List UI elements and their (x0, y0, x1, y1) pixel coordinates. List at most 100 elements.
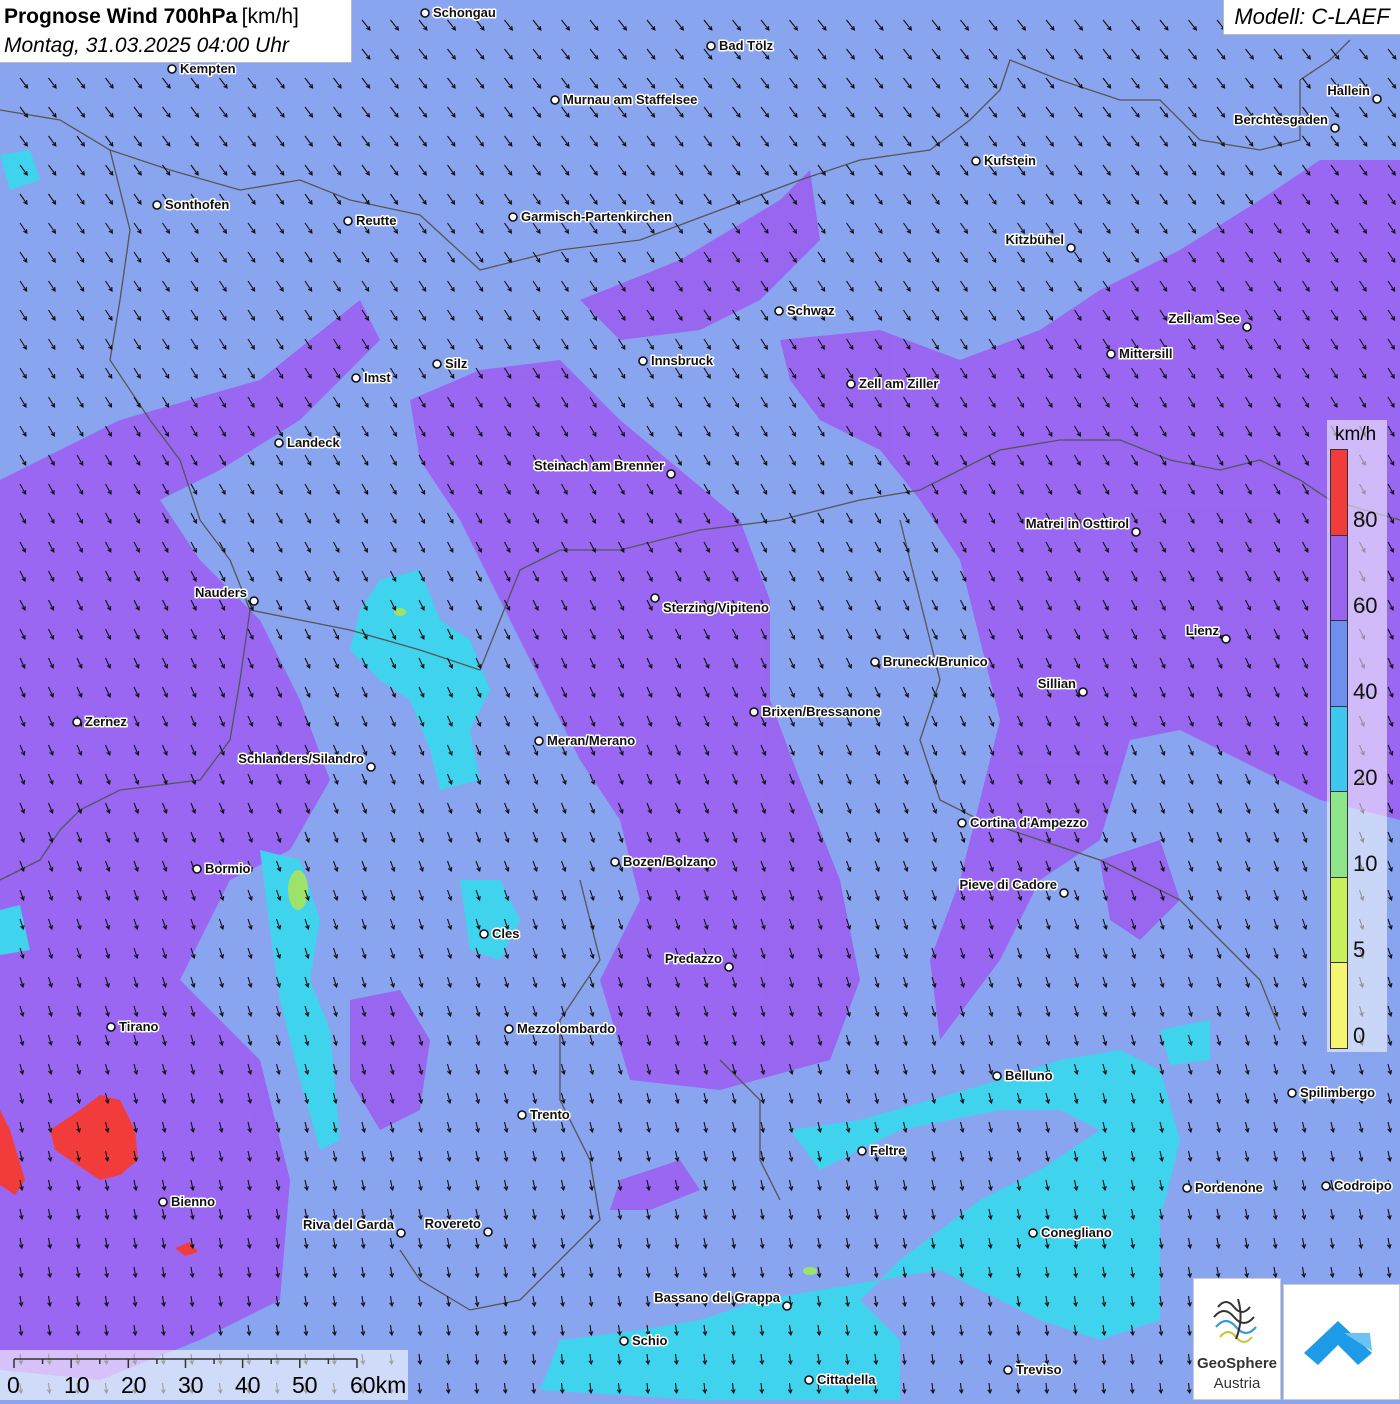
city-dot (1330, 123, 1340, 133)
city-label: Garmisch-Partenkirchen (521, 209, 672, 224)
city-label: Schongau (433, 5, 496, 20)
city-marker: Cortina d'Ampezzo (957, 814, 1089, 832)
city-label: Murnau am Staffelsee (563, 92, 697, 107)
city-label: Mittersill (1119, 346, 1172, 361)
wind-map: Schongau Bad Tölz Kempten Murnau am Staffel… (0, 0, 1400, 1400)
city-label: Cles (492, 926, 519, 941)
city-dot (610, 857, 620, 867)
city-dot (249, 596, 259, 606)
city-label: Cortina d'Ampezzo (970, 815, 1087, 830)
city-dot (749, 707, 759, 717)
city-label: Feltre (870, 1143, 905, 1158)
city-dot (1182, 1183, 1192, 1193)
city-label: Schlanders/Silandro (238, 751, 364, 766)
model-label: Modell: C-LAEF (1223, 0, 1400, 35)
city-dot (619, 1336, 629, 1346)
city-dot (366, 762, 376, 772)
scale-label: 20 (121, 1372, 147, 1398)
chevron-icon (1304, 1321, 1372, 1365)
city-dot (1131, 527, 1141, 537)
color-legend: km/h 80 60 40 20 10 5 0 (1327, 420, 1387, 1052)
geosphere-name: GeoSphere (1196, 1355, 1278, 1372)
city-dot (782, 1301, 792, 1311)
legend-swatch (1331, 535, 1347, 622)
city-label: Schwaz (787, 303, 835, 318)
city-label: Bad Tölz (719, 38, 774, 53)
city-label: Zell am Ziller (859, 376, 938, 391)
city-label: Sonthofen (165, 197, 229, 212)
scale-label: 0 (7, 1372, 20, 1398)
scale-label: 40 (235, 1372, 261, 1398)
city-marker: Innsbruck (638, 352, 715, 370)
city-label: Cittadella (817, 1372, 876, 1387)
city-label: Pieve di Cadore (959, 877, 1057, 892)
city-label: Zell am See (1168, 311, 1240, 326)
legend-swatch (1331, 706, 1347, 793)
city-dot (650, 593, 660, 603)
city-dot (857, 1146, 867, 1156)
legend-tick-label: 40 (1353, 679, 1378, 704)
city-dot (1066, 243, 1076, 253)
city-marker: Zell am Ziller (846, 375, 940, 393)
legend-tick-label: 0 (1353, 1023, 1366, 1048)
city-label: Bienno (171, 1194, 215, 1209)
city-label: Codroipo (1334, 1178, 1392, 1193)
city-marker: Conegliano (1028, 1224, 1113, 1242)
city-dot (508, 212, 518, 222)
legend-tick-label: 20 (1353, 765, 1378, 790)
city-dot (870, 657, 880, 667)
geosphere-logo: GeoSphere Austria (1193, 1278, 1281, 1400)
geosphere-subtitle: Austria (1213, 1375, 1261, 1392)
city-label: Bruneck/Brunico (883, 654, 988, 669)
city-marker: Bozen/Bolzano (610, 853, 718, 871)
city-dot (1028, 1228, 1038, 1238)
city-label: Belluno (1005, 1068, 1053, 1083)
city-label: Kitzbühel (1006, 232, 1065, 247)
city-dot (1221, 634, 1231, 644)
city-dot (1242, 322, 1252, 332)
city-label: Trento (530, 1107, 570, 1122)
city-dot (192, 864, 202, 874)
geosphere-icon (1213, 1298, 1257, 1344)
city-dot (158, 1197, 168, 1207)
city-marker: Mezzolombardo (504, 1020, 617, 1038)
city-dot (396, 1228, 406, 1238)
city-label: Sterzing/Vipiteno (663, 600, 769, 615)
scale-label: 60km (350, 1372, 407, 1398)
legend-color-bar (1330, 449, 1348, 1049)
city-dot (1287, 1088, 1297, 1098)
city-dot (550, 95, 560, 105)
city-marker: Sonthofen (152, 196, 231, 214)
city-label: Schio (632, 1333, 667, 1348)
city-label: Spilimbergo (1300, 1085, 1375, 1100)
city-dot (706, 41, 716, 51)
legend-tick-label: 80 (1353, 507, 1378, 532)
city-label: Steinach am Brenner (534, 458, 664, 473)
city-marker: Brixen/Bressanone (749, 703, 882, 721)
city-marker: Schongau (420, 4, 497, 22)
city-marker: Meran/Merano (534, 732, 637, 750)
scale-label: 30 (178, 1372, 204, 1398)
city-label: Meran/Merano (547, 733, 635, 748)
city-dot (167, 64, 177, 74)
city-dot (638, 356, 648, 366)
city-dot (483, 1227, 493, 1237)
city-marker: Garmisch-Partenkirchen (508, 208, 674, 226)
city-dot (420, 8, 430, 18)
city-dot (504, 1024, 514, 1034)
map-title-box: Prognose Wind 700hPa [km/h] Montag, 31.0… (0, 0, 352, 63)
legend-swatch (1331, 963, 1347, 1049)
city-label: Matrei in Osttirol (1026, 516, 1129, 531)
city-dot (1321, 1181, 1331, 1191)
city-dot (971, 156, 981, 166)
city-label: Zernez (85, 714, 127, 729)
map-title-unit: [km/h] (241, 5, 299, 28)
city-dot (432, 359, 442, 369)
city-label: Rovereto (425, 1216, 481, 1231)
city-label: Tirano (119, 1019, 159, 1034)
city-label: Sillian (1038, 676, 1076, 691)
city-label: Lienz (1186, 623, 1220, 638)
city-dot (517, 1110, 527, 1120)
city-marker: Spilimbergo (1287, 1084, 1377, 1102)
city-marker: Murnau am Staffelsee (550, 91, 699, 109)
